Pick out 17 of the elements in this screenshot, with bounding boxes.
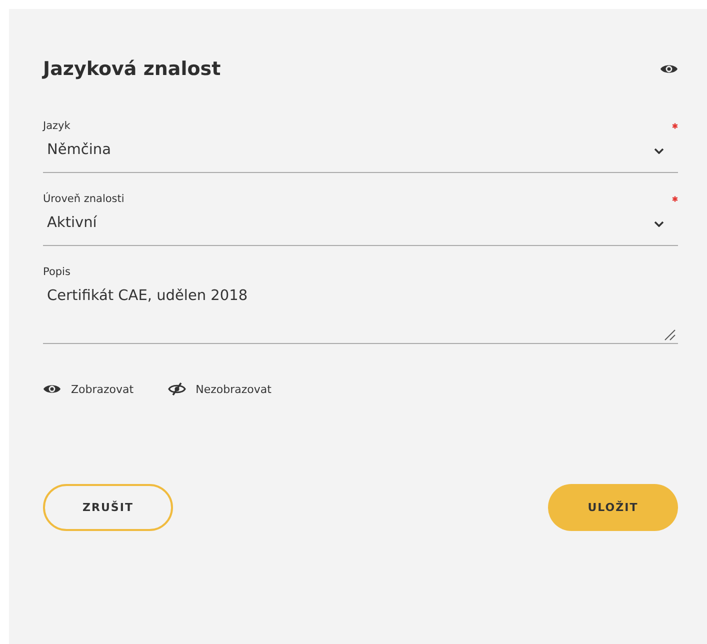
resize-handle-icon[interactable]: [664, 329, 676, 341]
cancel-button[interactable]: ZRUŠIT: [43, 484, 173, 531]
form-title: Jazyková znalost: [43, 58, 221, 80]
chevron-down-icon: [654, 221, 664, 227]
save-button[interactable]: ULOŽIT: [548, 484, 678, 531]
select-field[interactable]: Němčina: [43, 134, 678, 173]
eye-icon: [43, 383, 61, 395]
text-area[interactable]: Certifikát CAE, udělen 2018: [43, 280, 678, 344]
field-label: Jazyk: [43, 120, 70, 132]
field-label: Úroveň znalosti: [43, 193, 124, 205]
select-field[interactable]: Aktivní: [43, 207, 678, 246]
crossed-eye-icon: [168, 382, 186, 396]
visibility-option[interactable]: Nezobrazovat: [168, 382, 272, 396]
field-label: Popis: [43, 266, 70, 278]
visibility-option[interactable]: Zobrazovat: [43, 382, 134, 396]
eye-icon[interactable]: [660, 63, 678, 75]
chevron-down-icon: [654, 148, 664, 154]
